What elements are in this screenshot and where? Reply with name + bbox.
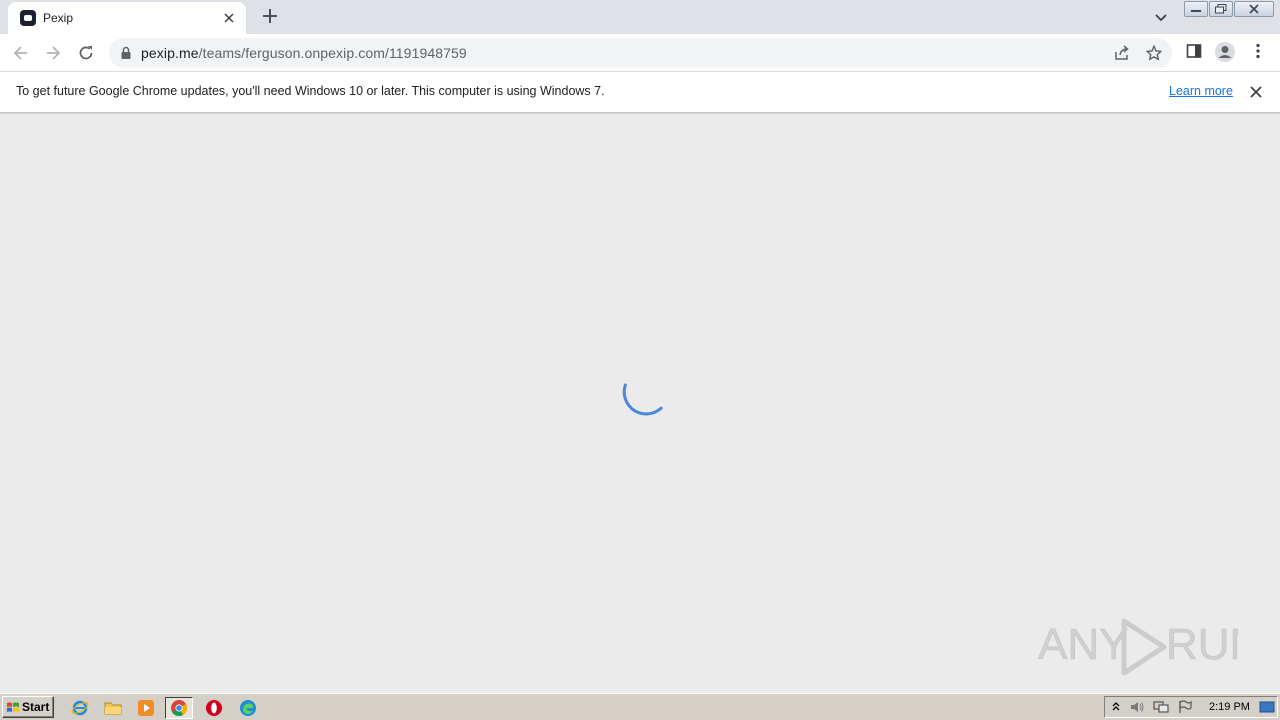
window-close-button[interactable] — [1234, 1, 1274, 17]
bookmark-star-icon[interactable] — [1145, 44, 1163, 62]
share-icon[interactable] — [1113, 44, 1131, 62]
close-icon — [1249, 4, 1259, 14]
volume-icon[interactable] — [1129, 700, 1145, 714]
arrow-right-icon — [47, 46, 61, 60]
taskbar-app-ie[interactable] — [66, 697, 94, 719]
browser-toolbar: pexip.me/teams/ferguson.onpexip.com/1191… — [0, 34, 1280, 72]
internet-explorer-icon — [71, 700, 89, 716]
address-bar[interactable]: pexip.me/teams/ferguson.onpexip.com/1191… — [109, 38, 1172, 68]
show-desktop-icon[interactable] — [1259, 700, 1275, 714]
infobar-message: To get future Google Chrome updates, you… — [16, 84, 605, 98]
tab-pexip[interactable]: Pexip — [8, 2, 246, 34]
url-text[interactable]: pexip.me/teams/ferguson.onpexip.com/1191… — [141, 45, 467, 61]
start-label: Start — [22, 700, 50, 714]
window-restore-button[interactable] — [1209, 1, 1233, 17]
taskbar-app-explorer[interactable] — [99, 697, 127, 719]
reload-icon — [79, 46, 93, 60]
tab-search-button[interactable] — [1150, 6, 1172, 28]
chevron-down-icon — [1155, 14, 1167, 22]
close-icon[interactable] — [1248, 84, 1264, 100]
tab-strip: Pexip — [0, 0, 1280, 34]
back-button[interactable] — [8, 40, 34, 66]
anyrun-watermark-logo: ANY RUN — [1038, 618, 1238, 676]
svg-text:ANY: ANY — [1038, 620, 1128, 669]
taskbar-app-edge[interactable] — [234, 697, 262, 719]
taskbar-app-opera[interactable] — [200, 697, 228, 719]
show-hidden-icons-icon[interactable] — [1111, 700, 1121, 714]
taskbar-app-chrome[interactable] — [165, 697, 193, 719]
learn-more-link[interactable]: Learn more — [1169, 84, 1233, 98]
restore-icon — [1215, 4, 1227, 14]
window-minimize-button[interactable] — [1184, 1, 1208, 17]
side-panel-icon[interactable] — [1185, 42, 1203, 60]
profile-avatar-icon[interactable] — [1214, 41, 1236, 63]
page-content: ANY RUN — [0, 114, 1280, 693]
plus-icon — [263, 9, 277, 23]
system-tray: 2:19 PM — [1104, 696, 1278, 718]
reload-button[interactable] — [73, 40, 99, 66]
url-host: pexip.me — [141, 45, 199, 61]
lock-icon[interactable] — [120, 46, 132, 60]
opera-icon — [206, 700, 222, 716]
start-button[interactable]: Start — [2, 696, 54, 718]
windows-logo-icon — [7, 702, 19, 712]
close-icon — [224, 13, 234, 23]
edge-icon — [240, 700, 256, 716]
url-path: /teams/ferguson.onpexip.com/1191948759 — [198, 45, 467, 61]
loading-spinner-icon — [622, 383, 663, 416]
network-icon[interactable] — [1153, 700, 1169, 714]
svg-text:RUN: RUN — [1166, 620, 1238, 669]
tab-close-button[interactable] — [220, 9, 238, 27]
taskbar-clock[interactable]: 2:19 PM — [1209, 701, 1250, 713]
forward-button[interactable] — [40, 40, 66, 66]
pexip-icon — [20, 10, 36, 26]
windows-taskbar: Start 2:19 PM — [0, 693, 1280, 720]
update-infobar: To get future Google Chrome updates, you… — [0, 72, 1280, 113]
tab-title: Pexip — [43, 11, 74, 25]
action-center-flag-icon[interactable] — [1177, 700, 1193, 714]
arrow-left-icon — [13, 46, 27, 60]
taskbar-app-media-player[interactable] — [132, 697, 160, 719]
folder-icon — [104, 702, 122, 715]
chrome-icon — [171, 700, 187, 716]
media-player-icon — [138, 700, 154, 716]
minimize-icon — [1191, 10, 1201, 12]
new-tab-button[interactable] — [258, 4, 282, 28]
kebab-menu-icon[interactable] — [1250, 42, 1266, 60]
